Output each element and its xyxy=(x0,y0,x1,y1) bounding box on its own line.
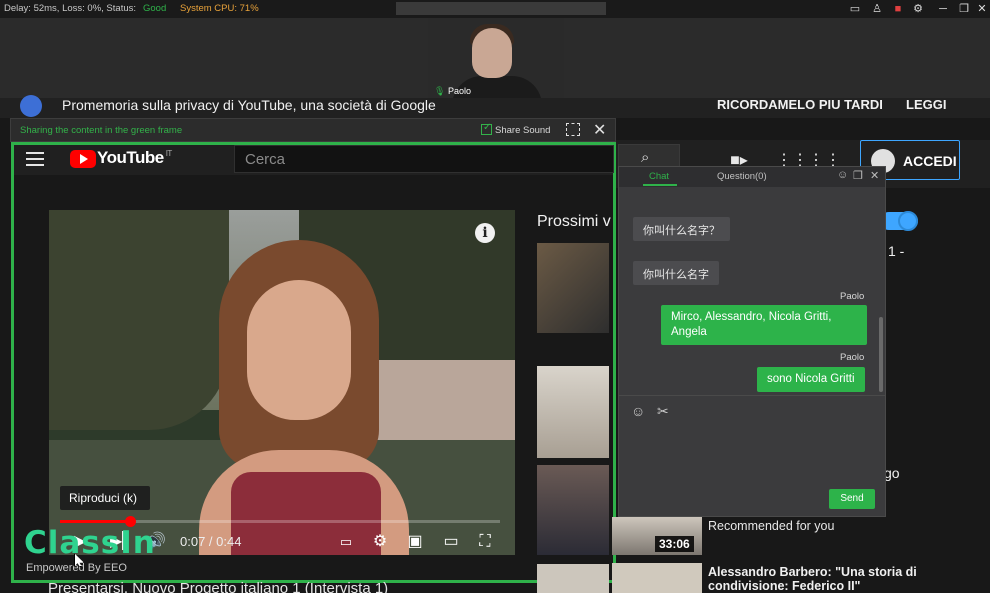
gear-icon[interactable]: ⚙ xyxy=(911,2,925,16)
privacy-notice: Promemoria sulla privacy di YouTube, una… xyxy=(0,95,990,118)
webcam-name: 🎙 Paolo xyxy=(434,86,471,97)
up-next-heading: Prossimi v xyxy=(537,213,611,230)
menu-icon[interactable] xyxy=(26,152,44,166)
chat-message: 你叫什么名字 xyxy=(633,261,719,285)
chat-message: 你叫什么名字？ xyxy=(633,217,730,241)
share-toolbar: Sharing the content in the green frame S… xyxy=(10,118,616,142)
screen: Delay: 52ms, Loss: 0%, Status: Good Syst… xyxy=(0,0,990,593)
chat-message: Mirco, Alessandro, Nicola Gritti, Angela xyxy=(661,305,867,345)
share-sound-label: Share Sound xyxy=(495,125,551,136)
network-stats: Delay: 52ms, Loss: 0%, Status: xyxy=(4,3,137,14)
up-next-thumbnail[interactable] xyxy=(537,465,609,555)
tab-chat[interactable]: Chat xyxy=(642,171,678,186)
google-avatar-icon xyxy=(20,95,42,117)
close-icon[interactable]: ✕ xyxy=(975,2,989,16)
youtube-wordmark[interactable]: YouTube IT xyxy=(97,148,172,168)
up-next-thumbnail[interactable] xyxy=(537,564,609,593)
privacy-notice-text: Promemoria sulla privacy di YouTube, una… xyxy=(62,97,436,113)
status-good: Good xyxy=(143,3,167,14)
screen-icon[interactable]: ▭ xyxy=(848,2,862,16)
progress-fill xyxy=(60,520,130,523)
settings-icon[interactable]: ⚙ xyxy=(370,532,390,552)
smile-icon[interactable]: ☺ xyxy=(837,169,848,181)
up-next-thumbnail[interactable] xyxy=(537,366,609,458)
webcam-name-label: Paolo xyxy=(447,86,471,96)
remind-later-button[interactable]: RICORDAMELO PIU TARDI xyxy=(717,97,883,112)
mic-icon: 🎙 xyxy=(434,86,446,96)
scissors-icon[interactable]: ✂ xyxy=(657,403,669,420)
youtube-wordmark-text: YouTube xyxy=(97,148,164,167)
minimize-icon[interactable]: ─ xyxy=(936,2,950,16)
video-building xyxy=(359,360,515,450)
video-tree xyxy=(49,210,229,430)
video-person-face xyxy=(247,280,351,420)
up-next-thumbnail[interactable] xyxy=(537,243,609,333)
share-hint: Sharing the content in the green frame xyxy=(20,125,183,136)
side-text-fragment-2: go xyxy=(884,465,900,481)
next-video-title[interactable]: Alessandro Barbero: "Una storia di condi… xyxy=(708,565,938,593)
youtube-region: IT xyxy=(165,149,173,159)
cam-face xyxy=(472,28,512,78)
video-duration: 33:06 xyxy=(655,536,694,552)
close-share-icon[interactable]: ✕ xyxy=(593,120,606,140)
blurred-region xyxy=(396,2,606,15)
close-chat-icon[interactable]: ✕ xyxy=(870,169,879,182)
video-title[interactable]: Presentarsi, Nuovo Progetto italiano 1 (… xyxy=(48,580,388,593)
miniplayer-icon[interactable]: ▣ xyxy=(404,532,426,552)
recommended-thumbnail[interactable] xyxy=(612,563,702,593)
sign-in-label: ACCEDI xyxy=(903,153,957,169)
message-sender: Paolo xyxy=(840,291,865,302)
subtitles-icon[interactable]: ▭ xyxy=(336,532,356,552)
play-tooltip: Riproduci (k) xyxy=(60,486,150,510)
search-icon: ⌕ xyxy=(641,149,650,166)
send-button[interactable]: Send xyxy=(829,489,875,509)
classin-logo: ClassIn xyxy=(24,525,156,561)
restore-icon[interactable]: ❐ xyxy=(957,2,971,16)
time-display: 0:07 / 0:44 xyxy=(180,534,242,549)
youtube-logo-icon[interactable] xyxy=(70,150,96,168)
tab-question[interactable]: Question(0) xyxy=(717,171,767,182)
read-button[interactable]: LEGGI xyxy=(906,97,946,112)
status-bar: Delay: 52ms, Loss: 0%, Status: Good Syst… xyxy=(0,0,990,18)
fullscreen-icon[interactable]: ⛶ xyxy=(475,532,495,552)
person-icon[interactable]: ♙ xyxy=(870,2,884,16)
chat-message: sono Nicola Gritti xyxy=(757,367,865,392)
search-box[interactable] xyxy=(234,145,614,173)
toggle-knob xyxy=(898,211,918,231)
recommended-label: Recommended for you xyxy=(708,519,835,533)
share-sound-checkbox[interactable] xyxy=(481,122,492,135)
side-text-fragment: 1 - xyxy=(888,243,905,259)
theater-mode-icon[interactable]: ▭ xyxy=(440,532,462,552)
chat-divider xyxy=(619,395,885,396)
chat-panel: Chat Question(0) ☺ ❐ ✕ 你叫什么名字？ 你叫什么名字 Pa… xyxy=(618,166,886,517)
fullscreen-frame-icon[interactable] xyxy=(566,123,580,136)
webcam-tile[interactable]: 🎙 Paolo xyxy=(428,18,564,98)
search-input[interactable] xyxy=(245,150,545,168)
record-icon[interactable]: ■ xyxy=(891,2,905,16)
video-person-top xyxy=(231,472,381,555)
popout-icon[interactable]: ❐ xyxy=(853,169,863,182)
progress-bar[interactable] xyxy=(60,516,500,527)
chat-scrollbar[interactable] xyxy=(879,317,883,392)
info-icon[interactable]: i xyxy=(475,223,495,243)
cpu-usage: System CPU: 71% xyxy=(180,3,259,14)
emoji-icon[interactable]: ☺ xyxy=(631,403,645,419)
message-sender: Paolo xyxy=(840,352,865,363)
chat-tabbar: Chat Question(0) ☺ ❐ ✕ xyxy=(619,167,885,187)
